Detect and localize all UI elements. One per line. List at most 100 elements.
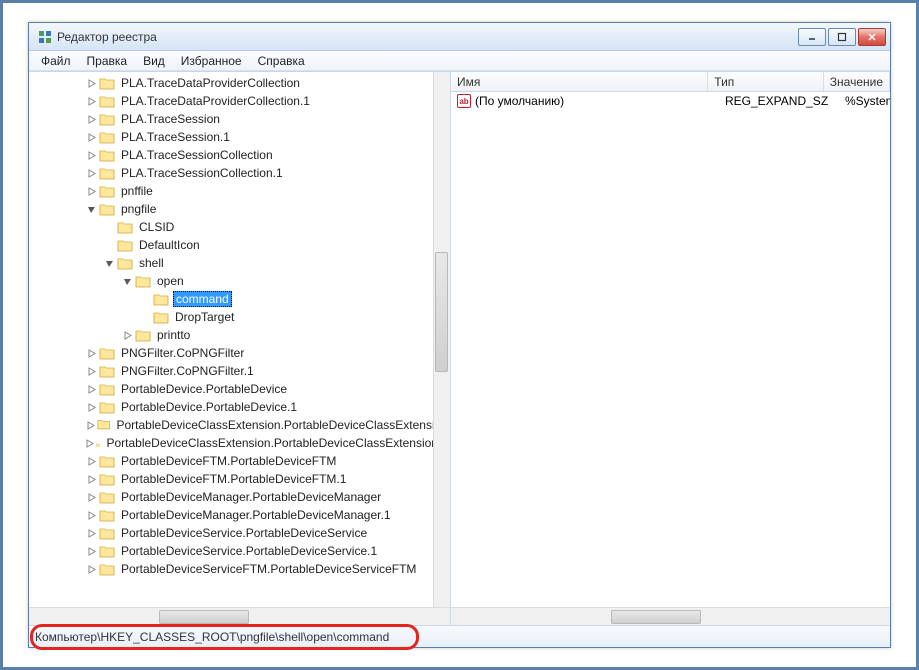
- tree-item[interactable]: PortableDevice.PortableDevice: [29, 380, 450, 398]
- expand-toggle-icon[interactable]: [85, 527, 97, 539]
- tree-item[interactable]: DropTarget: [29, 308, 450, 326]
- menu-file[interactable]: Файл: [33, 53, 79, 69]
- tree-item[interactable]: PortableDeviceServiceFTM.PortableDeviceS…: [29, 560, 450, 578]
- tree-item[interactable]: PLA.TraceSessionCollection: [29, 146, 450, 164]
- expand-toggle-icon[interactable]: [103, 257, 115, 269]
- tree-item[interactable]: pngfile: [29, 200, 450, 218]
- menu-edit[interactable]: Правка: [79, 53, 136, 69]
- tree-item[interactable]: PortableDeviceClassExtension.PortableDev…: [29, 416, 450, 434]
- tree-item-label[interactable]: PortableDeviceService.PortableDeviceServ…: [119, 526, 369, 540]
- expand-toggle-icon[interactable]: [85, 95, 97, 107]
- tree-hscroll[interactable]: [29, 607, 450, 625]
- expand-toggle-icon[interactable]: [85, 149, 97, 161]
- expand-toggle-icon[interactable]: [85, 113, 97, 125]
- tree-item-label[interactable]: DefaultIcon: [137, 238, 202, 252]
- tree-item-label[interactable]: PortableDeviceFTM.PortableDeviceFTM.1: [119, 472, 348, 486]
- tree-item[interactable]: PLA.TraceSession.1: [29, 128, 450, 146]
- expand-toggle-icon[interactable]: [85, 401, 97, 413]
- expand-toggle-icon[interactable]: [85, 185, 97, 197]
- tree-item-label[interactable]: command: [173, 291, 232, 307]
- close-button[interactable]: [858, 28, 886, 46]
- tree-item-label[interactable]: open: [155, 274, 186, 288]
- tree-item-label[interactable]: PortableDeviceFTM.PortableDeviceFTM: [119, 454, 338, 468]
- tree-item-label[interactable]: PLA.TraceDataProviderCollection.1: [119, 94, 312, 108]
- tree-item-label[interactable]: PLA.TraceSessionCollection: [119, 148, 275, 162]
- tree-item-label[interactable]: PortableDevice.PortableDevice.1: [119, 400, 299, 414]
- tree-item[interactable]: PLA.TraceSession: [29, 110, 450, 128]
- tree-item-label[interactable]: printto: [155, 328, 192, 342]
- expand-toggle-icon[interactable]: [85, 203, 97, 215]
- values-hscroll[interactable]: [451, 607, 890, 625]
- expand-toggle-icon[interactable]: [85, 509, 97, 521]
- expand-toggle-icon[interactable]: [85, 563, 97, 575]
- values-list[interactable]: ab(По умолчанию)REG_EXPAND_SZ%SystemR: [451, 92, 890, 607]
- expand-toggle-icon[interactable]: [85, 383, 97, 395]
- menu-help[interactable]: Справка: [250, 53, 313, 69]
- tree-item-label[interactable]: PortableDeviceService.PortableDeviceServ…: [119, 544, 379, 558]
- tree-item-label[interactable]: PLA.TraceSessionCollection.1: [119, 166, 285, 180]
- expand-toggle-icon[interactable]: [85, 419, 95, 431]
- expand-toggle-icon[interactable]: [121, 275, 133, 287]
- tree-item[interactable]: DefaultIcon: [29, 236, 450, 254]
- tree-item-label[interactable]: CLSID: [137, 220, 176, 234]
- tree-item-label[interactable]: PortableDevice.PortableDevice: [119, 382, 289, 396]
- tree-item[interactable]: PortableDeviceService.PortableDeviceServ…: [29, 524, 450, 542]
- tree-item-label[interactable]: PLA.TraceSession: [119, 112, 222, 126]
- tree-item-label[interactable]: PortableDeviceServiceFTM.PortableDeviceS…: [119, 562, 418, 576]
- minimize-button[interactable]: [798, 28, 826, 46]
- tree-item-label[interactable]: pnffile: [119, 184, 155, 198]
- tree-item-label[interactable]: PLA.TraceSession.1: [119, 130, 232, 144]
- tree-item[interactable]: PortableDeviceService.PortableDeviceServ…: [29, 542, 450, 560]
- expand-toggle-icon[interactable]: [85, 77, 97, 89]
- tree-item[interactable]: PortableDeviceManager.PortableDeviceMana…: [29, 488, 450, 506]
- tree-item-label[interactable]: PLA.TraceDataProviderCollection: [119, 76, 302, 90]
- expand-toggle-icon[interactable]: [85, 437, 94, 449]
- expand-toggle-icon[interactable]: [85, 131, 97, 143]
- col-type[interactable]: Тип: [708, 72, 824, 91]
- tree-item[interactable]: PLA.TraceDataProviderCollection: [29, 74, 450, 92]
- tree-item[interactable]: PortableDevice.PortableDevice.1: [29, 398, 450, 416]
- tree-item-label[interactable]: PortableDeviceManager.PortableDeviceMana…: [119, 490, 383, 504]
- col-name[interactable]: Имя: [451, 72, 708, 91]
- maximize-button[interactable]: [828, 28, 856, 46]
- tree-item-label[interactable]: shell: [137, 256, 166, 270]
- tree-item-label[interactable]: PNGFilter.CoPNGFilter.1: [119, 364, 256, 378]
- tree-item-label[interactable]: PNGFilter.CoPNGFilter: [119, 346, 246, 360]
- tree-item-label[interactable]: PortableDeviceManager.PortableDeviceMana…: [119, 508, 393, 522]
- value-row[interactable]: ab(По умолчанию)REG_EXPAND_SZ%SystemR: [451, 92, 890, 110]
- tree-item[interactable]: PNGFilter.CoPNGFilter.1: [29, 362, 450, 380]
- values-hscroll-thumb[interactable]: [611, 610, 701, 624]
- menu-favorites[interactable]: Избранное: [173, 53, 250, 69]
- tree-vscroll-thumb[interactable]: [435, 252, 448, 372]
- tree-item[interactable]: shell: [29, 254, 450, 272]
- tree-item[interactable]: PortableDeviceClassExtension.PortableDev…: [29, 434, 450, 452]
- expand-toggle-icon[interactable]: [85, 365, 97, 377]
- tree-item[interactable]: PortableDeviceFTM.PortableDeviceFTM.1: [29, 470, 450, 488]
- expand-toggle-icon[interactable]: [85, 455, 97, 467]
- tree-item[interactable]: open: [29, 272, 450, 290]
- expand-toggle-icon[interactable]: [85, 473, 97, 485]
- expand-toggle-icon[interactable]: [85, 347, 97, 359]
- expand-toggle-icon[interactable]: [85, 167, 97, 179]
- col-data[interactable]: Значение: [824, 72, 890, 91]
- tree-item[interactable]: PortableDeviceManager.PortableDeviceMana…: [29, 506, 450, 524]
- menu-view[interactable]: Вид: [135, 53, 173, 69]
- tree-item[interactable]: pnffile: [29, 182, 450, 200]
- tree-item[interactable]: printto: [29, 326, 450, 344]
- tree-item[interactable]: PortableDeviceFTM.PortableDeviceFTM: [29, 452, 450, 470]
- tree-item-label[interactable]: DropTarget: [173, 310, 236, 324]
- tree-item[interactable]: command: [29, 290, 450, 308]
- expand-toggle-icon[interactable]: [85, 491, 97, 503]
- registry-tree[interactable]: PLA.TraceDataProviderCollection PLA.Trace…: [29, 72, 450, 607]
- expand-toggle-icon[interactable]: [85, 545, 97, 557]
- tree-item[interactable]: PLA.TraceDataProviderCollection.1: [29, 92, 450, 110]
- titlebar[interactable]: Редактор реестра: [29, 23, 890, 51]
- tree-item-label[interactable]: PortableDeviceClassExtension.PortableDev…: [104, 436, 450, 450]
- tree-item-label[interactable]: PortableDeviceClassExtension.PortableDev…: [115, 418, 451, 432]
- tree-item-label[interactable]: pngfile: [119, 202, 158, 216]
- tree-item[interactable]: PNGFilter.CoPNGFilter: [29, 344, 450, 362]
- tree-vscroll[interactable]: [433, 72, 450, 607]
- tree-item[interactable]: CLSID: [29, 218, 450, 236]
- tree-hscroll-thumb[interactable]: [159, 610, 249, 624]
- expand-toggle-icon[interactable]: [121, 329, 133, 341]
